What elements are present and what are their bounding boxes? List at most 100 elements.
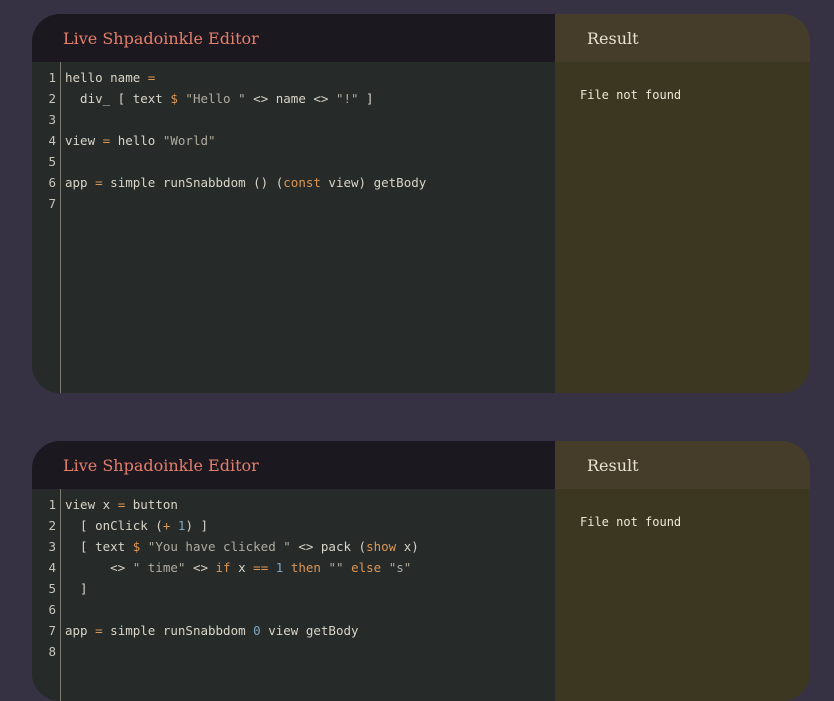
- line-number: 1: [48, 70, 56, 85]
- code-token: ) ]: [185, 518, 209, 533]
- line-number: 8: [48, 644, 56, 659]
- result-pane: Result File not found: [555, 441, 810, 701]
- code-token: <>: [185, 560, 216, 575]
- editor-body[interactable]: 1 2 3 4 5 6 7 hello name = div_ [ text $ "Hell…: [32, 62, 555, 393]
- code-token: show: [366, 539, 397, 554]
- code-token: [ text: [65, 539, 133, 554]
- result-title: Result: [587, 28, 639, 48]
- code-token: else: [351, 560, 382, 575]
- result-pane: Result File not found: [555, 14, 810, 393]
- code-token: app: [65, 175, 96, 190]
- editor-header: Live Shpadoinkle Editor: [32, 441, 555, 489]
- code-line: [ text $ "You have clicked " <> pack (sh…: [65, 536, 555, 557]
- code-token: <> pack (: [290, 539, 367, 554]
- editor-panel-1: Live Shpadoinkle Editor 1 2 3 4 5 6 7 hello na…: [32, 14, 810, 393]
- code-token: =: [95, 175, 103, 190]
- code-token: [ onClick (: [65, 518, 163, 533]
- code-token: "!": [335, 91, 359, 106]
- code-token: 0: [253, 623, 261, 638]
- code-editor: Live Shpadoinkle Editor 1 2 3 4 5 6 7 hello na…: [32, 14, 555, 393]
- code-token: app: [65, 623, 96, 638]
- code-token: then: [290, 560, 321, 575]
- code-line: <> " time" <> if x == 1 then "" else "s": [65, 557, 555, 578]
- code-token: view getBody: [260, 623, 359, 638]
- line-number: 4: [48, 560, 56, 575]
- code-token: "s": [388, 560, 412, 575]
- line-number: 3: [48, 539, 56, 554]
- code-line: div_ [ text $ "Hello " <> name <> "!" ]: [65, 88, 555, 109]
- result-output: File not found: [580, 88, 682, 102]
- code-token: const: [283, 175, 321, 190]
- editor-header: Live Shpadoinkle Editor: [32, 14, 555, 62]
- code-token: $: [170, 91, 178, 106]
- code-token: "You have clicked ": [147, 539, 291, 554]
- line-number: 5: [48, 581, 56, 596]
- line-number: 3: [48, 112, 56, 127]
- result-title: Result: [587, 455, 639, 475]
- line-number-gutter: 1 2 3 4 5 6 7 8: [32, 489, 61, 701]
- code-token: if: [215, 560, 231, 575]
- code-line: view x = button: [65, 494, 555, 515]
- result-output: File not found: [580, 515, 682, 529]
- code-token: view: [65, 133, 103, 148]
- code-token: <>: [65, 560, 133, 575]
- code-token: hello: [110, 133, 163, 148]
- result-body: File not found: [555, 489, 810, 701]
- result-header: Result: [555, 441, 810, 489]
- code-line: app = simple runSnabbdom () (const view)…: [65, 172, 555, 193]
- line-number: 4: [48, 133, 56, 148]
- line-number: 2: [48, 518, 56, 533]
- editor-body[interactable]: 1 2 3 4 5 6 7 8 view x = button [ onClick (+ 1)…: [32, 489, 555, 701]
- code-area[interactable]: hello name = div_ [ text $ "Hello " <> n…: [61, 62, 555, 393]
- code-token: view x: [65, 497, 118, 512]
- code-token: button: [125, 497, 178, 512]
- line-number: 7: [48, 196, 56, 211]
- code-token: =: [95, 623, 103, 638]
- result-header: Result: [555, 14, 810, 62]
- code-line: app = simple runSnabbdom 0 view getBody: [65, 620, 555, 641]
- line-number: 6: [48, 175, 56, 190]
- code-token: " time": [132, 560, 186, 575]
- line-number: 7: [48, 623, 56, 638]
- line-number-gutter: 1 2 3 4 5 6 7: [32, 62, 61, 393]
- code-token: x: [230, 560, 254, 575]
- code-token: ]: [65, 581, 88, 596]
- editor-title: Live Shpadoinkle Editor: [63, 28, 259, 48]
- code-line: hello name =: [65, 67, 555, 88]
- code-area[interactable]: view x = button [ onClick (+ 1) ] [ text…: [61, 489, 555, 701]
- code-token: ]: [358, 91, 374, 106]
- code-token: simple runSnabbdom () (: [102, 175, 284, 190]
- code-token: "": [328, 560, 344, 575]
- line-number: 5: [48, 154, 56, 169]
- code-token: <> name <>: [245, 91, 336, 106]
- code-token: view) getBody: [320, 175, 427, 190]
- code-token: "Hello ": [185, 91, 246, 106]
- code-token: hello name: [65, 70, 148, 85]
- line-number: 1: [48, 497, 56, 512]
- code-token: ==: [253, 560, 269, 575]
- editor-title: Live Shpadoinkle Editor: [63, 455, 259, 475]
- line-number: 2: [48, 91, 56, 106]
- editor-panel-2: Live Shpadoinkle Editor 1 2 3 4 5 6 7 8 view x …: [32, 441, 810, 701]
- code-token: =: [147, 70, 156, 85]
- code-line: [ onClick (+ 1) ]: [65, 515, 555, 536]
- code-editor: Live Shpadoinkle Editor 1 2 3 4 5 6 7 8 view x …: [32, 441, 555, 701]
- code-token: simple runSnabbdom: [102, 623, 254, 638]
- code-token: div_ [ text: [65, 91, 171, 106]
- code-token: "World": [162, 133, 216, 148]
- code-token: x): [396, 539, 419, 554]
- code-line: ]: [65, 578, 555, 599]
- line-number: 6: [48, 602, 56, 617]
- code-line: view = hello "World": [65, 130, 555, 151]
